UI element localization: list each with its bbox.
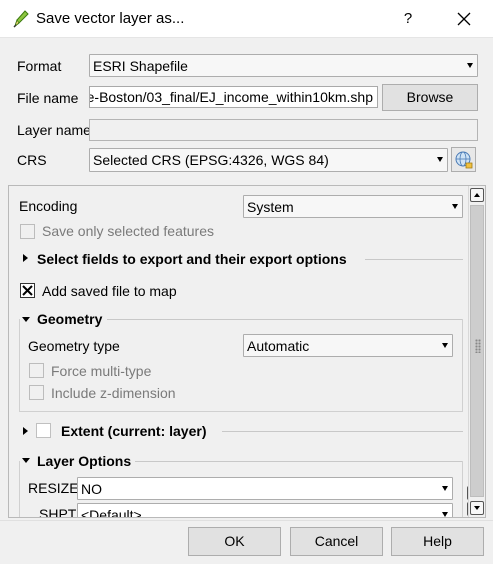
force-multi-checkbox[interactable]	[29, 363, 44, 378]
footer-divider	[0, 520, 493, 521]
extent-checkbox[interactable]	[36, 423, 51, 438]
title-bar: Save vector layer as... ?	[0, 0, 493, 38]
extent-section[interactable]: Extent (current: layer)	[61, 423, 206, 439]
globe-projection-icon	[455, 151, 473, 169]
filename-label: File name	[17, 90, 79, 106]
chevron-down-icon	[437, 157, 443, 162]
ok-button[interactable]: OK	[188, 527, 281, 556]
shpt-value: <Default>	[81, 507, 142, 518]
format-select[interactable]: ESRI Shapefile	[89, 54, 478, 77]
browse-button[interactable]: Browse	[382, 84, 478, 111]
scroll-up-button[interactable]	[470, 188, 484, 202]
force-multi-label: Force multi-type	[51, 363, 152, 379]
expand-right-icon[interactable]	[23, 254, 28, 262]
encoding-label: Encoding	[19, 198, 78, 214]
crs-label: CRS	[17, 152, 47, 168]
format-label: Format	[17, 58, 62, 74]
chevron-down-icon	[442, 512, 448, 517]
save-selected-label: Save only selected features	[42, 223, 214, 239]
filename-input[interactable]: ne-Boston/03_final/EJ_income_within10km.…	[89, 86, 378, 108]
cancel-button[interactable]: Cancel	[290, 527, 383, 556]
crs-value: Selected CRS (EPSG:4326, WGS 84)	[93, 152, 329, 168]
add-saved-checkbox[interactable]	[20, 283, 35, 298]
encoding-value: System	[247, 199, 294, 215]
section-divider	[365, 259, 463, 260]
qgis-pencil-icon	[12, 9, 30, 29]
encoding-select[interactable]: System	[243, 195, 463, 218]
geometry-type-select[interactable]: Automatic	[243, 334, 453, 357]
chevron-down-icon	[452, 204, 458, 209]
add-saved-label: Add saved file to map	[42, 283, 177, 299]
close-icon	[457, 12, 471, 26]
filename-value: ne-Boston/03_final/EJ_income_within10km.…	[89, 89, 373, 105]
expand-right-icon[interactable]	[23, 427, 28, 435]
scroll-down-button[interactable]	[470, 501, 484, 515]
context-help-button[interactable]: ?	[396, 6, 420, 32]
close-button[interactable]	[444, 4, 484, 34]
crs-select[interactable]: Selected CRS (EPSG:4326, WGS 84)	[89, 148, 448, 172]
resize-label: RESIZE	[28, 480, 79, 496]
resize-select[interactable]: NO	[77, 477, 453, 500]
chevron-down-icon	[442, 486, 448, 491]
chevron-down-icon	[442, 343, 448, 348]
layername-label: Layer name	[17, 122, 91, 138]
include-z-label: Include z-dimension	[51, 385, 176, 401]
options-scroll-area[interactable]: Encoding System Save only selected featu…	[8, 185, 486, 518]
save-selected-checkbox[interactable]	[20, 224, 35, 239]
help-button[interactable]: Help	[391, 527, 484, 556]
geometry-type-label: Geometry type	[28, 338, 120, 354]
shpt-select[interactable]: <Default>	[77, 503, 453, 518]
chevron-down-icon	[467, 63, 473, 68]
vertical-scrollbar[interactable]	[468, 186, 485, 517]
geometry-type-value: Automatic	[247, 338, 310, 354]
scrollbar-thumb[interactable]	[470, 205, 484, 497]
include-z-checkbox[interactable]	[29, 385, 44, 400]
layername-input[interactable]	[89, 119, 478, 141]
crs-selector-button[interactable]	[451, 147, 476, 172]
section-divider	[222, 431, 463, 432]
window-title: Save vector layer as...	[36, 10, 185, 27]
resize-value: NO	[81, 481, 102, 497]
select-fields-section[interactable]: Select fields to export and their export…	[37, 251, 347, 267]
format-value: ESRI Shapefile	[93, 58, 188, 74]
shpt-label: SHPT	[39, 506, 77, 518]
check-x-icon	[22, 285, 33, 296]
